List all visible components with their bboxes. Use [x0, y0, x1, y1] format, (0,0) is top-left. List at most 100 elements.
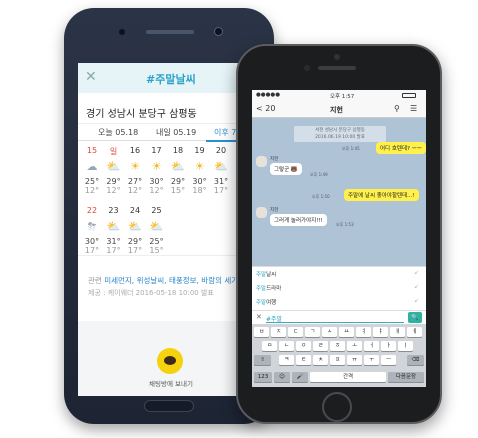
- suggestion-item[interactable]: 주말날씨: [256, 270, 276, 278]
- keyboard-key[interactable]: ㅍ: [330, 355, 346, 365]
- forecast-tabs: 오늘 05.18 내일 05.19 이후 7일: [78, 123, 260, 142]
- shift-key[interactable]: ⇧: [254, 355, 271, 365]
- tab-today[interactable]: 오늘 05.18: [98, 127, 138, 138]
- source-info: 제공 : 케이웨더 2016-05-18 10:00 발표: [88, 289, 214, 297]
- keyboard-key[interactable]: ㅂ: [254, 327, 270, 337]
- keyboard-key[interactable]: ㅈ: [271, 327, 287, 337]
- home-button[interactable]: [322, 392, 352, 422]
- keyboard-key[interactable]: ㅎ: [330, 341, 346, 351]
- keyboard-key[interactable]: ㄱ: [305, 327, 321, 337]
- keyboard-key[interactable]: ㅏ: [381, 341, 397, 351]
- status-time: 오후 1:57: [330, 94, 355, 100]
- home-button[interactable]: [144, 400, 194, 412]
- emoji-key[interactable]: ☺: [274, 372, 290, 382]
- keyboard-key[interactable]: ㅡ: [381, 355, 397, 365]
- mic-key[interactable]: 🎤: [292, 372, 308, 382]
- search-icon[interactable]: ⚲: [394, 104, 400, 113]
- weather-icon: ⛅: [171, 160, 185, 173]
- kakao-share-button[interactable]: [157, 348, 183, 374]
- keyboard-key[interactable]: ㅌ: [296, 355, 312, 365]
- temp-low: 17°: [213, 186, 229, 195]
- keyboard-key[interactable]: ㄴ: [279, 341, 295, 351]
- clear-icon[interactable]: ✕: [256, 313, 262, 321]
- temp-high: 30°: [192, 177, 207, 186]
- top-camera: [334, 54, 340, 60]
- temp-low: 15°: [149, 246, 164, 255]
- day-label: 일: [109, 147, 118, 156]
- keyboard-key[interactable]: ㅐ: [390, 327, 406, 337]
- keyboard-key[interactable]: ㅗ: [347, 341, 363, 351]
- temperature: 27° 12°: [125, 177, 145, 195]
- related-label: 관련: [88, 276, 102, 285]
- keyboard-key[interactable]: ㅇ: [296, 341, 312, 351]
- weather-icon: ☁: [86, 160, 98, 173]
- message-bubble-mine[interactable]: 주말에 날씨 좋아야할텐데...!: [344, 189, 419, 201]
- weather-icon: ⛅: [106, 160, 121, 173]
- week-row-2-days: 22 23 24 25: [78, 206, 260, 218]
- weather-icon: ⛅: [214, 160, 228, 173]
- suggestion-rest: 여행: [266, 300, 277, 306]
- keyboard-key[interactable]: ㅛ: [339, 327, 355, 337]
- keyboard-key[interactable]: ㅜ: [364, 355, 380, 365]
- space-key[interactable]: 간격: [310, 372, 386, 382]
- keyboard-key[interactable]: ㅑ: [373, 327, 389, 337]
- temp-low: 15°: [170, 186, 186, 195]
- temp-high: 25°: [84, 177, 100, 186]
- insert-arrow-icon[interactable]: ↙: [414, 283, 419, 290]
- related-link-list[interactable]: 미세먼지, 위성날씨, 태풍정보, 바람의 세기: [104, 276, 238, 285]
- insert-arrow-icon[interactable]: ↙: [414, 297, 419, 304]
- message-time: 오후 1:49: [310, 172, 328, 177]
- insert-arrow-icon[interactable]: ↙: [414, 269, 419, 276]
- day-label: 24: [129, 206, 141, 215]
- chat-screen: ●●●●● 오후 1:57 < 20 지헌 ⚲ ☰ 서천 성남시 분당구 삼평동…: [252, 90, 426, 387]
- speech-bubble-icon: [164, 356, 176, 365]
- keyboard-key[interactable]: ㅓ: [364, 341, 380, 351]
- weather-icon: ⛅: [128, 220, 142, 233]
- next-key[interactable]: 다음문장: [388, 372, 424, 382]
- day-label: 16: [129, 146, 141, 155]
- numbers-key[interactable]: 123: [254, 372, 272, 382]
- suggestion-item[interactable]: 주말여행: [256, 298, 276, 306]
- weather-share-notice[interactable]: 서천 성남시 분당구 삼평동 2016.06.19 10:00 발표: [294, 126, 386, 142]
- delete-key[interactable]: ⌫: [407, 355, 424, 365]
- input-underline: [266, 322, 404, 323]
- message-bubble-other[interactable]: 그렇군 🐻: [270, 163, 302, 175]
- keyboard-key[interactable]: ㄷ: [288, 327, 304, 337]
- suggestion-item[interactable]: 주말드라마: [256, 284, 281, 292]
- chat-navbar: < 20 지헌 ⚲ ☰: [252, 100, 426, 118]
- temp-high: 27°: [127, 177, 143, 186]
- day-label: 25: [151, 206, 162, 215]
- temperature: 30° 12°: [147, 177, 167, 195]
- day-label: 19: [194, 146, 205, 155]
- tab-tomorrow[interactable]: 내일 05.19: [156, 127, 196, 138]
- location-label: 경기 성남시 분당구 삼평동: [86, 109, 197, 120]
- search-send-button[interactable]: 🔍: [408, 312, 422, 323]
- message-bubble-mine[interactable]: 어디 호텐데? ᅲᅲ: [376, 142, 426, 154]
- temperature: 25° 15°: [147, 237, 167, 255]
- keyboard-key[interactable]: ㅅ: [322, 327, 338, 337]
- temp-low: 17°: [106, 246, 121, 255]
- keyboard-key[interactable]: ㄹ: [313, 341, 329, 351]
- message-bubble-other[interactable]: 그러게 놀러가야지!!!: [270, 214, 327, 226]
- keyboard-key[interactable]: ㅔ: [407, 327, 423, 337]
- keyboard-key[interactable]: ㅣ: [398, 341, 414, 351]
- avatar[interactable]: [256, 156, 267, 167]
- keyboard-row-1: ㅂㅈㄷㄱㅅㅛㅕㅑㅐㅔ: [252, 327, 426, 338]
- close-icon[interactable]: ✕: [85, 69, 97, 85]
- temp-low: 12°: [127, 186, 143, 195]
- korean-keyboard: ㅂㅈㄷㄱㅅㅛㅕㅑㅐㅔ ㅁㄴㅇㄹㅎㅗㅓㅏㅣ ⇧ ⌫ ㅋㅌㅊㅍㅠㅜㅡ 123 ☺ 🎤…: [252, 324, 426, 387]
- keyboard-key[interactable]: ㅠ: [347, 355, 363, 365]
- keyboard-key[interactable]: ㅕ: [356, 327, 372, 337]
- temp-low: 18°: [192, 186, 207, 195]
- sender-name: 지헌: [270, 157, 279, 162]
- avatar[interactable]: [256, 207, 267, 218]
- keyboard-key[interactable]: ㅊ: [313, 355, 329, 365]
- hashtag-title: #주말날씨: [146, 73, 196, 86]
- menu-icon[interactable]: ☰: [410, 104, 417, 113]
- keyboard-key[interactable]: ㅋ: [279, 355, 295, 365]
- weather-icon: ☀: [151, 160, 162, 173]
- back-button[interactable]: < 20: [256, 104, 275, 113]
- keyboard-key[interactable]: ㅁ: [262, 341, 278, 351]
- related-links: 관련 미세먼지, 위성날씨, 태풍정보, 바람의 세기: [88, 275, 238, 286]
- temp-low: 12°: [84, 186, 100, 195]
